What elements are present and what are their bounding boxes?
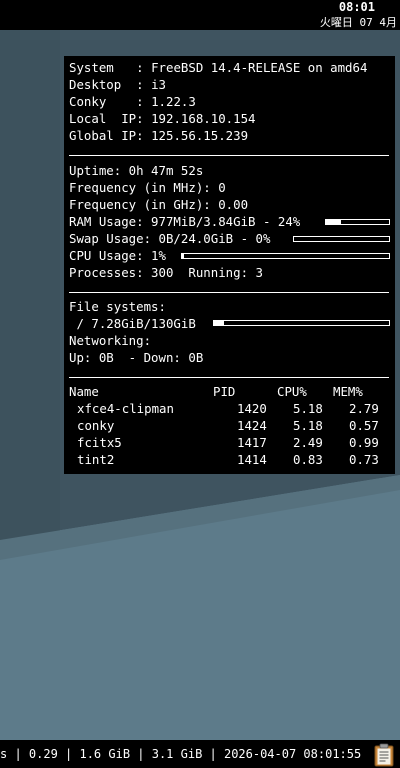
local-ip-row: Local IP: 192.168.10.154	[69, 111, 256, 128]
ram-usage-bar	[325, 219, 390, 225]
networking-title: Networking:	[69, 333, 152, 348]
proc-name: xfce4-clipman	[77, 401, 174, 416]
proc-mem: 0.57	[349, 418, 379, 433]
divider	[69, 155, 389, 156]
uptime-row: Uptime: 0h 47m 52s	[69, 163, 204, 178]
proc-name: tint2	[77, 452, 115, 467]
proc-pid: 1414	[237, 452, 267, 467]
header-name: Name	[69, 384, 99, 399]
proc-name: fcitx5	[77, 435, 122, 450]
clipboard-icon[interactable]	[372, 743, 396, 767]
file-systems-title: File systems:	[69, 299, 166, 314]
net-speed-row: Up: 0B - Down: 0B	[69, 350, 204, 365]
proc-pid: 1424	[237, 418, 267, 433]
conky-panel: System : FreeBSD 14.4-RELEASE on amd64 D…	[64, 56, 395, 474]
desktop-row: Desktop : i3	[69, 77, 166, 94]
top-bar: 08:01 火曜日 07 4月	[0, 0, 400, 30]
ram-usage-bar-fill	[326, 220, 342, 224]
table-row: tint2 1414 0.83 0.73	[64, 452, 395, 469]
header-cpu: CPU%	[277, 384, 307, 399]
clock-time: 08:01	[338, 0, 375, 14]
system-value: FreeBSD 14.4-RELEASE on amd64	[151, 60, 368, 75]
proc-name: conky	[77, 418, 115, 433]
desktop-label: Desktop :	[69, 77, 144, 92]
cpu-usage-bar-fill	[182, 254, 185, 258]
local-ip-label: Local IP:	[69, 111, 144, 126]
proc-pid: 1420	[237, 401, 267, 416]
proc-mem: 2.79	[349, 401, 379, 416]
frequency-mhz-row: Frequency (in MHz): 0	[69, 180, 226, 195]
clock-date: 火曜日 07 4月	[319, 16, 397, 29]
ram-usage-row: RAM Usage: 977MiB/3.84GiB - 24%	[69, 214, 301, 229]
conky-version-row: Conky : 1.22.3	[69, 94, 196, 111]
swap-usage-row: Swap Usage: 0B/24.0GiB - 0%	[69, 231, 271, 246]
processes-row: Processes: 300 Running: 3	[69, 265, 263, 280]
header-mem: MEM%	[333, 384, 363, 399]
proc-cpu: 0.83	[293, 452, 323, 467]
status-text: s | 0.29 | 1.6 GiB | 3.1 GiB | 2026-04-0…	[0, 747, 362, 761]
process-table-header: Name PID CPU% MEM%	[64, 384, 395, 401]
local-ip-value: 192.168.10.154	[151, 111, 256, 126]
table-row: fcitx5 1417 2.49 0.99	[64, 435, 395, 452]
divider	[69, 292, 389, 293]
cpu-usage-bar	[181, 253, 390, 259]
frequency-ghz-row: Frequency (in GHz): 0.00	[69, 197, 249, 212]
cpu-usage-row: CPU Usage: 1%	[69, 248, 166, 263]
bottom-status-bar: s | 0.29 | 1.6 GiB | 3.1 GiB | 2026-04-0…	[0, 740, 400, 768]
system-label: System :	[69, 60, 144, 75]
global-ip-value: 125.56.15.239	[151, 128, 249, 143]
proc-cpu: 2.49	[293, 435, 323, 450]
conky-value: 1.22.3	[151, 94, 196, 109]
table-row: xfce4-clipman 1420 5.18 2.79	[64, 401, 395, 418]
proc-pid: 1417	[237, 435, 267, 450]
proc-mem: 0.73	[349, 452, 379, 467]
system-row: System : FreeBSD 14.4-RELEASE on amd64	[69, 60, 367, 77]
fs-root-row: / 7.28GiB/130GiB	[69, 316, 196, 331]
swap-usage-bar	[293, 236, 390, 242]
proc-cpu: 5.18	[293, 401, 323, 416]
header-pid: PID	[213, 384, 236, 399]
desktop-value: i3	[151, 77, 166, 92]
proc-cpu: 5.18	[293, 418, 323, 433]
proc-mem: 0.99	[349, 435, 379, 450]
global-ip-label: Global IP:	[69, 128, 144, 143]
global-ip-row: Global IP: 125.56.15.239	[69, 128, 248, 145]
fs-root-bar-fill	[214, 321, 224, 325]
divider	[69, 377, 389, 378]
table-row: conky 1424 5.18 0.57	[64, 418, 395, 435]
conky-label: Conky :	[69, 94, 144, 109]
fs-root-bar	[213, 320, 390, 326]
